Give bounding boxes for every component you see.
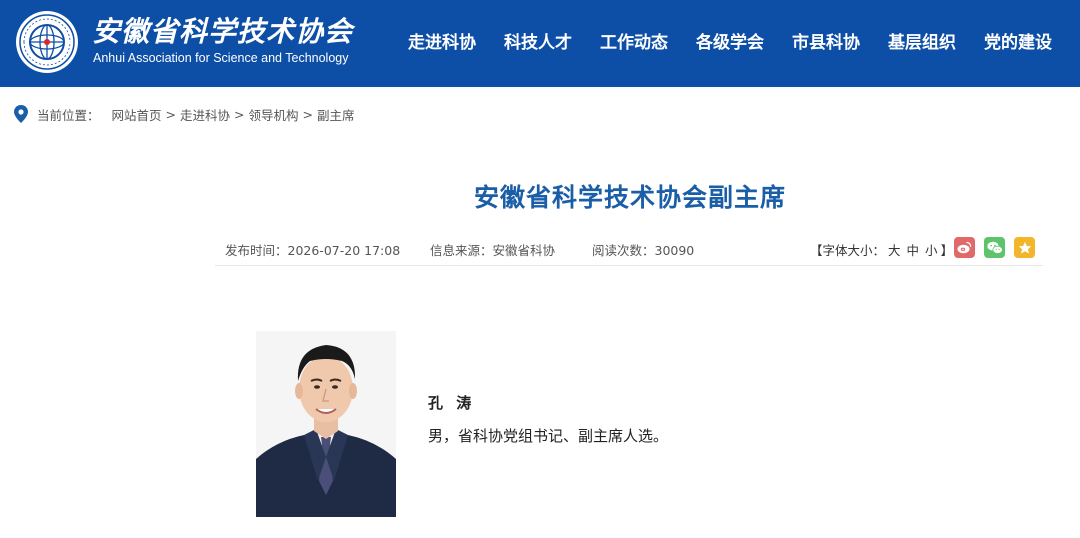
nav-item-city-county[interactable]: 市县科协 <box>778 0 874 87</box>
font-size-control: 【字体大小：大中小】 <box>810 240 953 259</box>
breadcrumb-separator: > <box>302 106 314 122</box>
share-weibo-button[interactable] <box>954 237 975 258</box>
nav-item-news[interactable]: 工作动态 <box>586 0 682 87</box>
font-size-suffix: 】 <box>940 243 954 258</box>
breadcrumb: 当前位置： 网站首页 > 走进科协 > 领导机构 > 副主席 <box>14 104 355 124</box>
breadcrumb-current[interactable]: 副主席 <box>317 105 355 124</box>
font-size-prefix: 【字体大小： <box>810 243 886 258</box>
article-meta: 发布时间：2026-07-20 17:08 信息来源：安徽省科协 阅读次数：30… <box>225 237 1043 259</box>
breadcrumb-separator: > <box>165 106 177 122</box>
person-portrait-icon <box>256 331 396 517</box>
cast-emblem-icon[interactable] <box>14 9 80 75</box>
location-pin-icon <box>14 105 28 123</box>
breadcrumb-separator: > <box>234 106 245 122</box>
nav-item-talent[interactable]: 科技人才 <box>490 0 586 87</box>
breadcrumb-leadership[interactable]: 领导机构 <box>249 105 299 124</box>
font-size-medium[interactable]: 中 <box>907 243 920 258</box>
view-count: 阅读次数：30090 <box>592 243 695 258</box>
favorite-button[interactable] <box>1014 237 1035 258</box>
nav-item-about[interactable]: 走进科协 <box>395 0 490 87</box>
info-source: 信息来源：安徽省科协 <box>430 243 556 258</box>
weibo-icon <box>957 241 972 254</box>
breadcrumb-about[interactable]: 走进科协 <box>180 105 230 124</box>
site-logo-en[interactable]: Anhui Association for Science and Techno… <box>93 51 349 65</box>
site-logo-cn[interactable]: 安徽省科学技术协会 <box>92 10 353 50</box>
article-title: 安徽省科学技术协会副主席 <box>473 183 786 212</box>
font-size-large[interactable]: 大 <box>888 243 901 258</box>
publish-time: 发布时间：2026-07-20 17:08 <box>225 243 401 258</box>
meta-divider <box>215 265 1043 266</box>
main-nav: 走进科协 科技人才 工作动态 各级学会 市县科协 基层组织 党的建设 <box>395 0 1066 87</box>
share-buttons <box>954 237 1035 258</box>
breadcrumb-label: 当前位置： <box>37 107 100 123</box>
person-description: 男，省科协党组书记、副主席人选。 <box>428 427 669 445</box>
star-icon <box>1018 241 1031 254</box>
wechat-icon <box>986 241 1003 254</box>
breadcrumb-home[interactable]: 网站首页 <box>112 105 162 124</box>
site-header: 安徽省科学技术协会 Anhui Association for Science … <box>0 0 1080 87</box>
share-wechat-button[interactable] <box>984 237 1005 258</box>
nav-item-societies[interactable]: 各级学会 <box>682 0 778 87</box>
portrait-photo <box>256 331 396 517</box>
nav-item-party[interactable]: 党的建设 <box>970 0 1066 87</box>
nav-item-grassroots[interactable]: 基层组织 <box>874 0 970 87</box>
person-name: 孔 涛 <box>428 394 476 412</box>
font-size-small[interactable]: 小 <box>925 243 938 258</box>
